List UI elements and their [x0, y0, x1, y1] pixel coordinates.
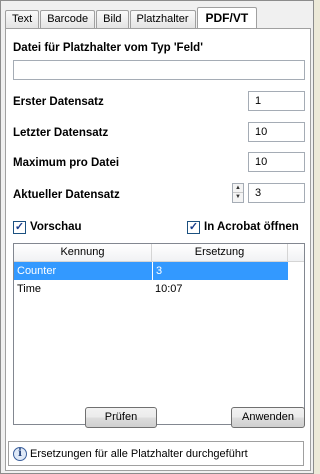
table-row[interactable]: Counter 3 [14, 262, 304, 280]
table-header: Kennung Ersetzung [14, 244, 304, 262]
pdfvt-panel-window: Text Barcode Bild Platzhalter PDF/VT Dat… [0, 0, 314, 474]
replacement-table[interactable]: Kennung Ersetzung Counter 3 Time 10:07 [13, 243, 305, 425]
pdfvt-tab-panel: Datei für Platzhalter vom Typ 'Feld' Ers… [5, 28, 311, 471]
check-button[interactable]: Prüfen [85, 407, 157, 428]
open-acrobat-label: In Acrobat öffnen [204, 221, 299, 233]
current-record-input[interactable]: 3 [248, 183, 305, 203]
table-row[interactable]: Time 10:07 [14, 280, 304, 298]
row-counter-key: Counter [14, 262, 152, 280]
tab-platzhalter[interactable]: Platzhalter [129, 10, 196, 28]
tab-pdfvt[interactable]: PDF/VT [196, 7, 258, 28]
column-header-kennung[interactable]: Kennung [14, 244, 152, 262]
first-record-label: Erster Datensatz [13, 96, 104, 108]
open-acrobat-checkbox[interactable]: ✓ [187, 221, 200, 234]
last-record-label: Letzter Datensatz [13, 127, 109, 139]
tab-bild[interactable]: Bild [96, 10, 129, 28]
tab-text[interactable]: Text [5, 10, 40, 28]
field-file-label: Datei für Platzhalter vom Typ 'Feld' [13, 42, 203, 54]
field-file-input[interactable] [13, 60, 305, 80]
info-icon: i [13, 446, 27, 461]
max-per-file-input[interactable]: 10 [248, 152, 305, 172]
checkmark-icon: ✓ [188, 221, 199, 233]
preview-label: Vorschau [30, 221, 82, 233]
apply-button[interactable]: Anwenden [231, 407, 305, 428]
tab-barcode[interactable]: Barcode [40, 10, 96, 28]
spin-down-icon[interactable]: ▼ [233, 193, 243, 202]
status-bar: i Ersetzungen für alle Platzhalter durch… [8, 441, 304, 466]
current-record-label: Aktueller Datensatz [13, 189, 120, 201]
first-record-input[interactable]: 1 [248, 91, 305, 111]
last-record-input[interactable]: 10 [248, 122, 305, 142]
row-counter-value: 3 [152, 262, 288, 280]
row-time-value: 10:07 [155, 283, 183, 295]
tab-bar: Text Barcode Bild Platzhalter PDF/VT [5, 7, 311, 28]
status-message: Ersetzungen für alle Platzhalter durchge… [30, 447, 248, 460]
max-per-file-label: Maximum pro Datei [13, 157, 120, 169]
current-record-spinner[interactable]: ▲ ▼ [232, 183, 244, 203]
row-time-key: Time [17, 283, 42, 295]
column-header-ersetzung[interactable]: Ersetzung [152, 244, 288, 262]
preview-checkbox[interactable]: ✓ [13, 221, 26, 234]
spin-up-icon[interactable]: ▲ [233, 184, 243, 193]
checkmark-icon: ✓ [14, 221, 25, 233]
